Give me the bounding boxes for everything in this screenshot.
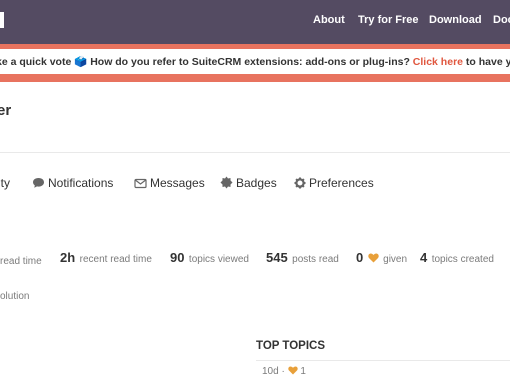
top-topics-divider bbox=[256, 360, 510, 361]
topic-likes: 1 bbox=[300, 366, 306, 377]
tab-messages-label: Messages bbox=[150, 176, 205, 190]
stat-likes-given-label: given bbox=[383, 254, 408, 265]
nav-try-for-free[interactable]: Try for Free bbox=[358, 14, 419, 26]
tab-activity[interactable]: ity bbox=[0, 176, 10, 190]
stat-topics-viewed-label: topics viewed bbox=[188, 254, 249, 265]
stat-posts-read-label: posts read bbox=[292, 254, 339, 265]
tab-badges-label: Badges bbox=[236, 176, 277, 190]
stat-read-time-label: read time bbox=[0, 256, 42, 267]
banner-bottom-border bbox=[0, 74, 510, 82]
tab-notifications[interactable]: Notifications bbox=[32, 176, 113, 190]
tab-notifications-label: Notifications bbox=[48, 176, 114, 190]
nav-about[interactable]: About bbox=[313, 14, 345, 26]
tab-badges[interactable]: Badges bbox=[220, 176, 277, 190]
nav-docs[interactable]: Doc bbox=[493, 14, 510, 26]
top-header: About Try for Free Download Doc bbox=[0, 0, 510, 44]
badge-icon bbox=[220, 176, 233, 189]
stat-posts-read: 545 posts read bbox=[266, 249, 339, 267]
top-topics-title: TOP TOPICS bbox=[256, 340, 326, 352]
topic-age: 10d bbox=[262, 366, 279, 377]
profile-divider bbox=[0, 152, 510, 153]
stat-recent-read-time-label: recent read time bbox=[79, 254, 152, 265]
stat-topics-viewed: 90 topics viewed bbox=[170, 249, 249, 267]
tab-preferences-label: Preferences bbox=[309, 176, 374, 190]
envelope-icon bbox=[134, 178, 147, 189]
gear-icon bbox=[294, 177, 306, 189]
stat-read-time: read time bbox=[0, 251, 42, 269]
stat-posts-read-value: 545 bbox=[266, 250, 288, 265]
stat-topics-created-value: 4 bbox=[420, 250, 428, 265]
banner-suffix: to have your sa bbox=[465, 56, 510, 68]
stat-likes-given-value: 0 bbox=[356, 250, 364, 265]
banner-message: ke a quick vote 🗳️ How do you refer to S… bbox=[0, 55, 510, 68]
stat-likes-given: 0 given bbox=[356, 249, 407, 267]
banner-link[interactable]: Click here bbox=[413, 56, 463, 68]
stat-topics-created-label: topics created bbox=[431, 254, 494, 265]
stat-recent-read-time-value: 2h bbox=[60, 250, 76, 265]
stat-recent-read-time: 2h recent read time bbox=[60, 249, 152, 267]
announcement-banner: ke a quick vote 🗳️ How do you refer to S… bbox=[0, 49, 510, 74]
heart-icon bbox=[367, 253, 379, 263]
banner-text: ke a quick vote 🗳️ How do you refer to S… bbox=[0, 56, 413, 68]
profile-username: er bbox=[0, 102, 12, 119]
comment-icon bbox=[33, 178, 44, 188]
stat-topics-viewed-value: 90 bbox=[170, 250, 185, 265]
tab-preferences[interactable]: Preferences bbox=[294, 176, 374, 190]
top-topic-meta[interactable]: 10d · 1 bbox=[262, 366, 306, 377]
nav-download[interactable]: Download bbox=[429, 14, 482, 26]
tab-messages[interactable]: Messages bbox=[134, 176, 205, 190]
site-logo[interactable] bbox=[0, 12, 4, 28]
heart-icon bbox=[287, 366, 298, 375]
solutions-label: olution bbox=[0, 291, 30, 302]
stat-topics-created: 4 topics created bbox=[420, 249, 494, 267]
